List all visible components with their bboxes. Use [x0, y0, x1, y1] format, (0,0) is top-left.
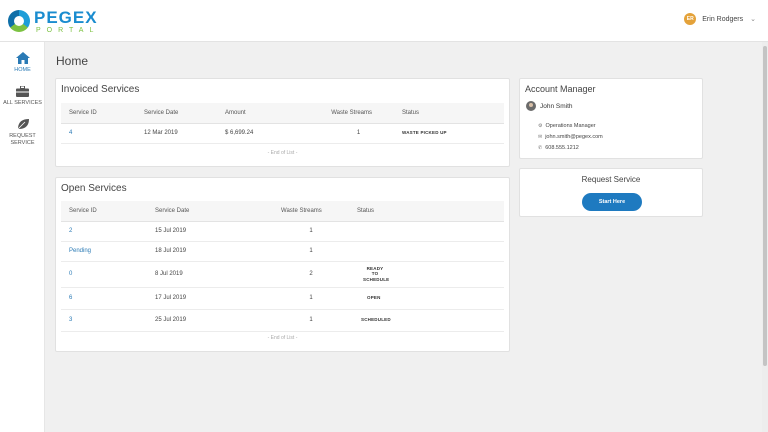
- status-badge: SCHEDULED: [349, 309, 504, 332]
- account-manager-email-row[interactable]: ✉ john.smith@pegex.com: [538, 134, 603, 140]
- user-avatar: ER: [684, 13, 697, 25]
- end-of-list: - End of List -: [267, 335, 298, 341]
- status-badge: READY TO SCHEDULE: [349, 261, 504, 288]
- column-header[interactable]: Service ID: [61, 201, 147, 222]
- sidebar-item-label: HOME: [14, 67, 31, 73]
- pegex-logo[interactable]: PEGEX PORTAL: [8, 8, 99, 34]
- column-header[interactable]: Waste Streams: [273, 201, 349, 222]
- sidebar-item-all-services[interactable]: ALL SERVICES: [0, 86, 45, 107]
- service-date: 15 Jul 2019: [147, 221, 273, 242]
- mail-icon: ✉: [538, 134, 543, 140]
- status-line1: READY TO: [366, 265, 384, 277]
- service-date: 18 Jul 2019: [147, 241, 273, 262]
- account-manager-card: Account Manager John Smith ⚙ Operations …: [519, 78, 703, 159]
- table-row[interactable]: 0 8 Jul 2019 2 READY TO SCHEDULE: [61, 261, 504, 288]
- card-title: Account Manager: [525, 84, 596, 94]
- waste-streams: 1: [307, 123, 380, 144]
- account-manager-role: Operations Manager: [545, 123, 596, 129]
- invoiced-services-card: Invoiced Services Service ID Service Dat…: [55, 78, 510, 167]
- table-row[interactable]: 2 15 Jul 2019 1: [61, 221, 504, 242]
- waste-streams: 1: [273, 221, 349, 242]
- invoiced-table: Service ID Service Date Amount Waste Str…: [61, 103, 504, 144]
- home-icon: [15, 52, 30, 64]
- account-manager-email[interactable]: john.smith@pegex.com: [545, 134, 603, 140]
- column-header[interactable]: Service Date: [147, 201, 273, 222]
- logo-main-text: PEGEX: [34, 7, 98, 27]
- sidebar-item-request-service[interactable]: REQUEST SERVICE: [0, 119, 45, 146]
- column-header[interactable]: Status: [349, 201, 504, 222]
- request-service-card: Request Service Start Here: [519, 168, 703, 217]
- table-header-row: Service ID Service Date Waste Streams St…: [61, 201, 504, 222]
- service-id-link[interactable]: 0: [61, 261, 147, 288]
- service-id-link[interactable]: 4: [61, 123, 136, 144]
- column-header[interactable]: Waste Streams: [307, 103, 380, 124]
- column-header[interactable]: Service ID: [61, 103, 136, 124]
- page-title: Home: [56, 54, 89, 68]
- card-title: Request Service: [581, 175, 641, 184]
- waste-streams: 1: [273, 309, 349, 332]
- column-header[interactable]: Service Date: [136, 103, 217, 124]
- card-title: Open Services: [61, 183, 127, 194]
- briefcase-icon: [16, 86, 29, 97]
- waste-streams: 1: [273, 241, 349, 262]
- service-id-link[interactable]: Pending: [61, 241, 147, 262]
- open-services-card: Open Services Service ID Service Date Wa…: [55, 177, 510, 352]
- open-services-table: Service ID Service Date Waste Streams St…: [61, 201, 504, 332]
- avatar: [526, 101, 536, 111]
- start-here-button[interactable]: Start Here: [582, 193, 642, 211]
- status-line2: SCHEDULE: [363, 276, 390, 282]
- table-row[interactable]: Pending 18 Jul 2019 1: [61, 241, 504, 262]
- phone-icon: ✆: [538, 145, 543, 151]
- status-badge: [349, 221, 504, 242]
- table-row[interactable]: 6 17 Jul 2019 1 OPEN: [61, 287, 504, 310]
- user-menu[interactable]: ER Erin Rodgers ⌄: [684, 13, 756, 25]
- top-bar: PEGEX PORTAL ER Erin Rodgers ⌄: [0, 0, 768, 42]
- service-date: 8 Jul 2019: [147, 261, 273, 288]
- service-date: 17 Jul 2019: [147, 287, 273, 310]
- chevron-down-icon[interactable]: ⌄: [750, 15, 756, 23]
- column-header[interactable]: Amount: [217, 103, 307, 124]
- account-manager-name: John Smith: [540, 102, 573, 110]
- sidebar-item-label: ALL SERVICES: [3, 100, 42, 106]
- status-badge: [349, 241, 504, 262]
- account-manager-role-row: ⚙ Operations Manager: [538, 123, 596, 129]
- account-manager-name-row: John Smith: [526, 101, 573, 111]
- status-badge: OPEN: [349, 287, 504, 310]
- account-manager-phone[interactable]: 608.555.1212: [545, 145, 579, 151]
- logo-mark-icon: [8, 10, 30, 32]
- sidebar-item-label-line1: REQUEST: [9, 133, 36, 139]
- account-manager-phone-row[interactable]: ✆ 608.555.1212: [538, 145, 579, 151]
- status-badge: WASTE PICKED UP: [380, 123, 504, 144]
- service-date: 12 Mar 2019: [136, 123, 217, 144]
- scrollbar-thumb[interactable]: [763, 46, 767, 366]
- service-id-link[interactable]: 3: [61, 309, 147, 332]
- user-name: Erin Rodgers: [702, 15, 744, 23]
- sidebar: HOME ALL SERVICES REQUEST SERVICE: [0, 42, 45, 432]
- card-title: Invoiced Services: [61, 84, 140, 95]
- sidebar-item-label-line2: SERVICE: [10, 139, 35, 146]
- gear-icon: ⚙: [538, 123, 543, 129]
- column-header[interactable]: Status: [380, 103, 504, 124]
- table-row[interactable]: 3 25 Jul 2019 1 SCHEDULED: [61, 309, 504, 332]
- service-date: 25 Jul 2019: [147, 309, 273, 332]
- waste-streams: 1: [273, 287, 349, 310]
- amount: $ 6,699.24: [217, 123, 307, 144]
- table-row[interactable]: 4 12 Mar 2019 $ 6,699.24 1 WASTE PICKED …: [61, 123, 504, 144]
- waste-streams: 2: [273, 261, 349, 288]
- logo-sub-text: PORTAL: [36, 26, 100, 34]
- service-id-link[interactable]: 2: [61, 221, 147, 242]
- end-of-list: - End of List -: [267, 150, 298, 156]
- leaf-icon: [17, 119, 29, 130]
- table-header-row: Service ID Service Date Amount Waste Str…: [61, 103, 504, 124]
- scrollbar[interactable]: [762, 42, 768, 432]
- service-id-link[interactable]: 6: [61, 287, 147, 310]
- sidebar-item-home[interactable]: HOME: [0, 52, 45, 74]
